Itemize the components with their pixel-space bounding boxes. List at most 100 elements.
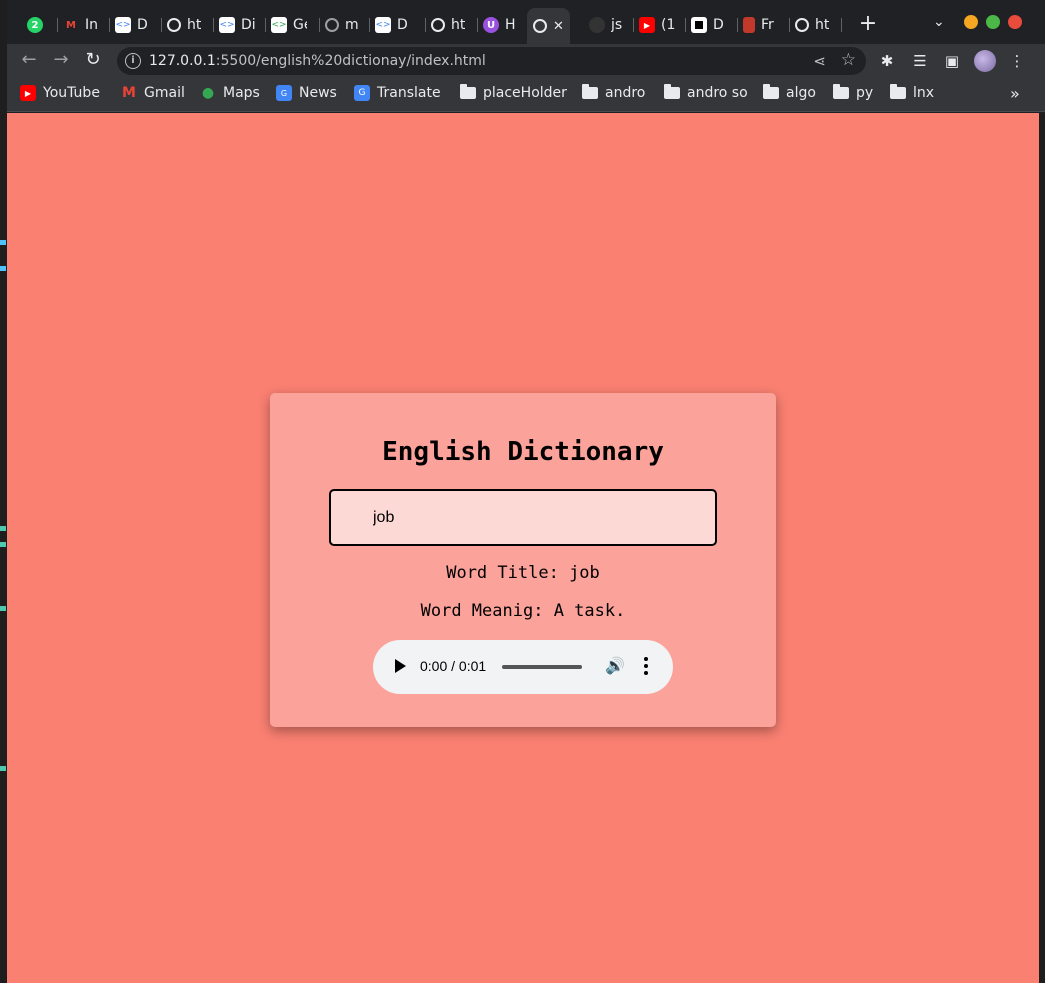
tab-7[interactable]: <> D <box>375 12 411 38</box>
tab-3[interactable]: ht <box>167 12 201 38</box>
code-icon: <> <box>271 17 287 33</box>
url-text[interactable]: 127.0.0.1:5500/english%20dictionay/index… <box>149 53 486 69</box>
bookmark-label: algo <box>786 85 816 101</box>
bookmark-gmail[interactable]: M Gmail <box>121 85 185 101</box>
bookmark-folder-py[interactable]: py <box>833 84 874 101</box>
tab-search-chevron-icon[interactable]: ⌄ <box>933 14 945 30</box>
tab-8[interactable]: ht <box>431 12 465 38</box>
bookmark-translate[interactable]: G Translate <box>354 85 441 101</box>
tab-gmail[interactable]: M In <box>63 12 99 38</box>
tab-whatsapp[interactable]: 2 <box>27 12 43 38</box>
audio-seek-bar[interactable] <box>502 665 582 669</box>
bookmark-folder-lnx[interactable]: lnx <box>890 84 935 101</box>
tab-2[interactable]: <> D <box>115 12 151 38</box>
tab-12[interactable]: ▶ (1 <box>639 12 675 38</box>
folder-icon <box>664 84 680 101</box>
code-icon: <> <box>219 17 235 33</box>
bookmark-news[interactable]: G News <box>276 85 337 101</box>
tab-title: (1 <box>661 17 675 33</box>
tab-9[interactable]: U H <box>483 12 519 38</box>
bookmark-label: py <box>856 85 874 101</box>
bookmark-star-icon[interactable]: ☆ <box>841 50 856 70</box>
back-arrow-icon[interactable]: ← <box>18 50 40 72</box>
volume-icon[interactable]: 🔊 <box>605 656 625 675</box>
tab-4[interactable]: <> Di <box>219 12 255 38</box>
site-info-icon[interactable]: i <box>125 53 141 69</box>
tab-active[interactable]: ✕ <box>527 8 570 44</box>
bookmark-label: lnx <box>913 85 935 101</box>
audio-player[interactable]: 0:00 / 0:01 🔊 <box>373 640 673 694</box>
forward-arrow-icon[interactable]: → <box>50 50 72 72</box>
tab-title: H <box>505 17 516 33</box>
translate-icon: G <box>354 85 370 101</box>
bookmark-label: andro <box>605 85 646 101</box>
tab-13[interactable]: D <box>691 12 727 38</box>
youtube-icon: ▶ <box>639 17 655 33</box>
code-icon: <> <box>375 17 391 33</box>
globe-icon <box>533 19 547 33</box>
bookmark-maps[interactable]: ● Maps <box>200 85 260 101</box>
bookmarks-bar: ▶ YouTube M Gmail ● Maps G News G Transl… <box>7 78 1045 112</box>
extensions-icon[interactable]: ✱ <box>877 51 897 71</box>
globe-icon <box>167 18 181 32</box>
tab-14[interactable]: Fr <box>743 12 775 38</box>
bookmarks-overflow-icon[interactable]: » <box>1010 84 1020 103</box>
globe-icon <box>325 18 339 32</box>
bookmark-label: Gmail <box>144 85 185 101</box>
globe-icon <box>431 18 445 32</box>
tab-title: ht <box>815 17 829 33</box>
new-tab-button[interactable]: + <box>855 12 881 38</box>
dictionary-card: English Dictionary Word Title: job Word … <box>270 393 776 727</box>
tab-title: D <box>397 17 408 33</box>
folder-icon <box>460 84 476 101</box>
search-input[interactable] <box>329 489 717 546</box>
tab-title: m <box>345 17 359 33</box>
side-panel-icon[interactable]: ▣ <box>942 51 962 71</box>
folder-icon <box>763 84 779 101</box>
play-icon[interactable] <box>395 659 406 673</box>
maximize-button[interactable] <box>986 15 1000 29</box>
bookmark-folder-andro[interactable]: andro <box>582 84 646 101</box>
whatsapp-icon: 2 <box>27 17 43 33</box>
tab-title: Fr <box>761 17 774 33</box>
reading-list-icon[interactable]: ☰ <box>910 51 930 71</box>
tab-title: js <box>611 17 623 33</box>
audio-menu-icon[interactable] <box>644 657 648 677</box>
share-icon[interactable]: ⋖ <box>813 52 826 70</box>
tab-6[interactable]: m <box>325 12 359 38</box>
bookmark-label: placeHolder <box>483 85 567 101</box>
bookmark-label: News <box>299 85 337 101</box>
tab-11[interactable]: js <box>589 12 625 38</box>
audio-time: 0:00 / 0:01 <box>420 658 487 674</box>
youtube-icon: ▶ <box>20 85 36 101</box>
bookmark-folder-placeholder[interactable]: placeHolder <box>460 84 567 101</box>
bookmark-label: andro so <box>687 85 748 101</box>
folder-icon <box>833 84 849 101</box>
tab-15[interactable]: ht <box>795 12 829 38</box>
globe-icon <box>795 18 809 32</box>
profile-avatar[interactable] <box>974 50 996 72</box>
gmail-icon: M <box>66 19 76 31</box>
reload-icon[interactable]: ↻ <box>82 50 104 72</box>
tab-title: Ge <box>293 17 307 33</box>
gmail-icon: M <box>122 85 136 101</box>
bookmark-folder-andro-so[interactable]: andro so <box>664 84 748 101</box>
close-tab-icon[interactable]: ✕ <box>553 19 564 34</box>
word-title: Word Title: job <box>446 563 600 583</box>
bookmark-folder-algo[interactable]: algo <box>763 84 816 101</box>
tab-bar: 2 M In <> D ht <> Di <> Ge m <> D ht U H <box>7 0 1045 44</box>
github-icon <box>589 17 605 33</box>
page-title: English Dictionary <box>382 437 664 467</box>
background-editor-strip <box>0 0 7 983</box>
tab-5[interactable]: <> Ge <box>271 12 307 38</box>
menu-dots-icon[interactable]: ⋮ <box>1007 51 1027 71</box>
address-bar[interactable]: i 127.0.0.1:5500/english%20dictionay/ind… <box>117 47 866 75</box>
background-editor-strip-right <box>1039 113 1045 983</box>
close-window-button[interactable] <box>1008 15 1022 29</box>
folder-icon <box>582 84 598 101</box>
bookmark-label: YouTube <box>43 85 100 101</box>
bookmark-youtube[interactable]: ▶ YouTube <box>20 85 100 101</box>
tab-title: In <box>85 17 99 33</box>
minimize-button[interactable] <box>964 15 978 29</box>
bookmark-label: Maps <box>223 85 260 101</box>
